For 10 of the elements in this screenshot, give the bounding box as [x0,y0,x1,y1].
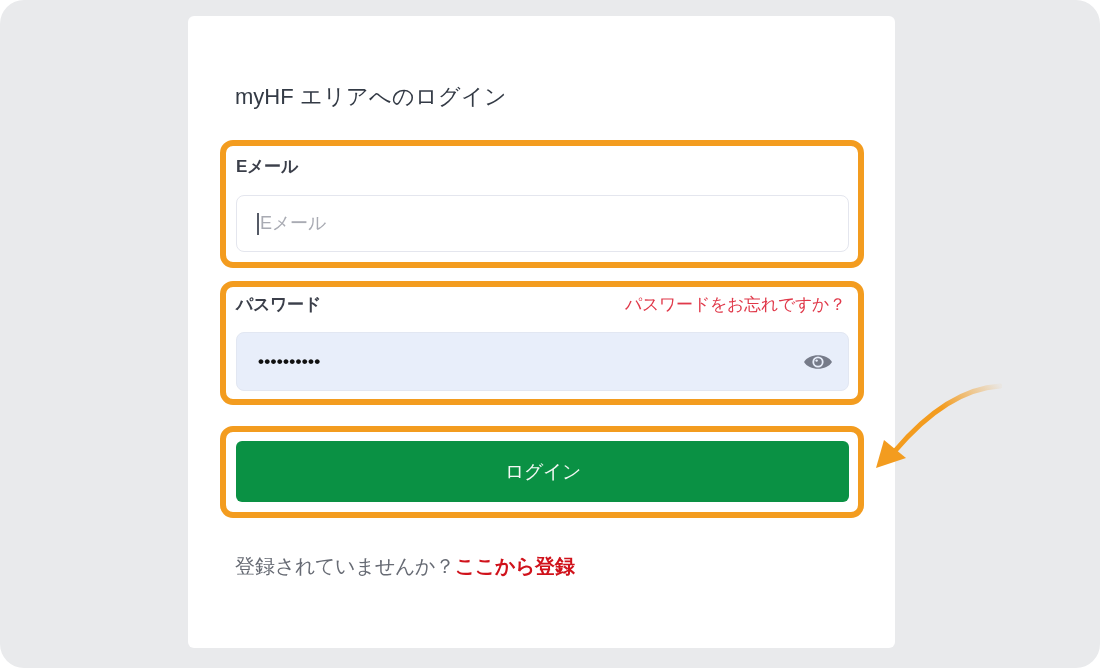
forgot-password-link[interactable]: パスワードをお忘れですか？ [625,293,846,317]
email-label: Eメール [236,156,300,178]
password-field[interactable]: •••••••••• [236,332,849,391]
login-button[interactable]: ログイン [236,441,849,502]
email-field[interactable]: Eメール [236,195,849,252]
login-title: myHF エリアへのログイン [235,83,508,111]
register-prompt: 登録されていませんか？ここから登録 [235,554,576,579]
eye-icon[interactable] [804,352,832,371]
register-link[interactable]: ここから登録 [455,555,575,577]
password-label: パスワード [236,294,321,316]
